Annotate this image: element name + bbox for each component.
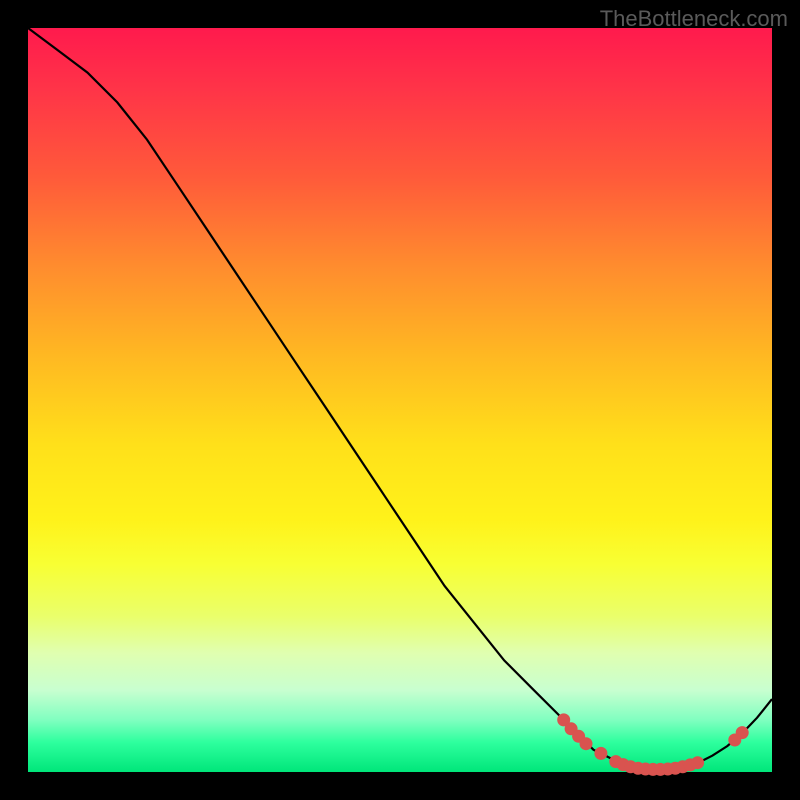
sample-points-group [557, 713, 749, 776]
chart-svg [28, 28, 772, 772]
bottleneck-curve [28, 28, 772, 770]
chart-background [28, 28, 772, 772]
sample-point [580, 737, 593, 750]
sample-point [691, 756, 704, 769]
watermark-text: TheBottleneck.com [600, 6, 788, 32]
sample-point [594, 747, 607, 760]
sample-point [736, 726, 749, 739]
